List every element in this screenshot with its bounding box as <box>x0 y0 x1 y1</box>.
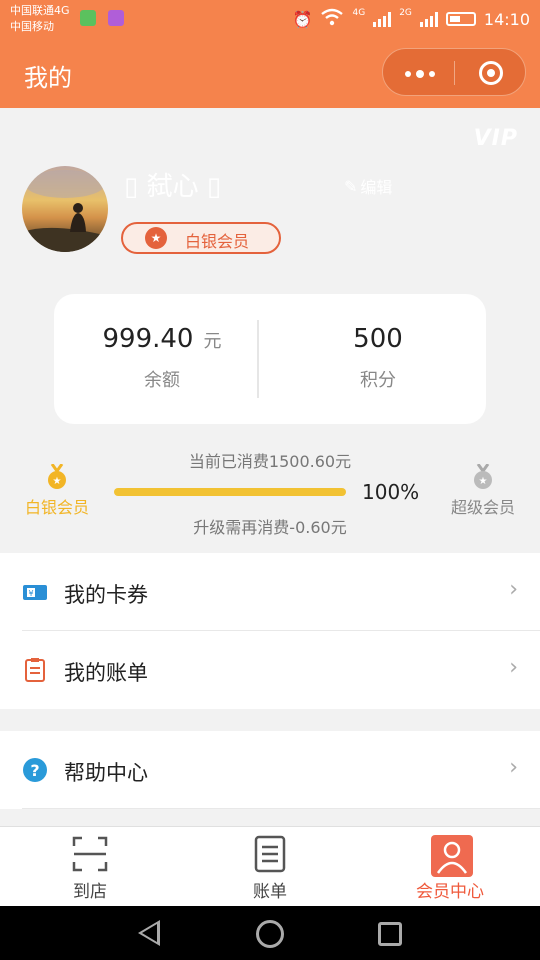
status-bar: 中国联通4G 中国移动 ⏰ 4G 2G 14:10 <box>0 0 540 40</box>
wifi-icon <box>320 8 344 30</box>
signal-icon <box>373 11 392 27</box>
medal-icon: ★ <box>145 227 167 249</box>
balance-value: 999.40 <box>102 324 194 354</box>
svg-text:¥: ¥ <box>28 589 33 598</box>
system-nav-bar <box>0 906 540 960</box>
points-value: 500 <box>353 324 403 354</box>
upgrade-text: 升级需再消费-0.60元 <box>193 518 347 537</box>
help-icon: ? <box>22 757 48 783</box>
bill-icon <box>22 657 48 683</box>
current-level: ★ 白银会员 <box>12 463 102 518</box>
menu-label-help: 帮助中心 <box>64 761 148 785</box>
points-stat[interactable]: 500 积分 <box>270 324 486 392</box>
chevron-right-icon: › <box>509 755 518 780</box>
balance-label: 余额 <box>144 370 180 391</box>
carrier-line-1: 中国联通4G <box>10 4 70 17</box>
carrier-line-2: 中国移动 <box>10 20 54 33</box>
tab-store[interactable]: 到店 <box>30 835 150 902</box>
member-level-label: 白银会员 <box>185 232 250 251</box>
bill-list-icon <box>251 835 289 873</box>
level-progress-bar <box>114 488 346 496</box>
pencil-icon: ✎ <box>344 176 358 196</box>
stats-divider <box>257 320 259 398</box>
scan-icon <box>71 835 109 873</box>
carrier-info: 中国联通4G 中国移动 <box>10 3 70 35</box>
wechat-notification-icon <box>80 10 96 26</box>
home-icon[interactable] <box>256 920 284 948</box>
balance-unit: 元 <box>203 331 222 352</box>
svg-text:?: ? <box>30 761 39 780</box>
tab-member-center[interactable]: 会员中心 <box>390 835 510 902</box>
points-label: 积分 <box>360 370 396 391</box>
tab-label-store: 到店 <box>73 882 107 902</box>
tab-label-bills: 账单 <box>253 882 287 902</box>
menu-group-2: ? 帮助中心 › <box>0 731 540 809</box>
tab-label-member-center: 会员中心 <box>416 882 484 902</box>
menu-label-coupons: 我的卡券 <box>64 583 148 607</box>
coupon-icon: ¥ <box>22 579 48 605</box>
tab-bills[interactable]: 账单 <box>210 835 330 902</box>
battery-icon <box>445 12 476 26</box>
balance-stat[interactable]: 999.40 元 余额 <box>54 324 270 392</box>
level-progress-fill <box>114 488 346 496</box>
menu-item-bills[interactable]: 我的账单 › <box>22 631 540 709</box>
recent-apps-icon[interactable] <box>378 922 402 946</box>
signal-icon-2 <box>419 11 438 27</box>
stats-card: 999.40 元 余额 500 积分 <box>54 294 486 424</box>
progress-percent: 100% <box>362 480 420 504</box>
gold-medal-icon: ★ <box>46 463 68 490</box>
silver-medal-icon: ★ <box>472 463 494 490</box>
capsule-divider <box>454 61 455 85</box>
alarm-icon: ⏰ <box>292 9 313 29</box>
menu-item-help[interactable]: ? 帮助中心 › <box>22 731 540 809</box>
menu-item-coupons[interactable]: ¥ 我的卡券 › <box>22 553 540 631</box>
menu-label-bills: 我的账单 <box>64 661 148 685</box>
avatar[interactable] <box>22 166 108 252</box>
status-time: 14:10 <box>483 9 530 29</box>
menu-group-1: ¥ 我的卡券 › 我的账单 › <box>0 553 540 709</box>
member-level-badge: ★ 白银会员 <box>121 222 281 254</box>
title-bar: 我的 <box>0 40 540 108</box>
status-right: ⏰ 4G 2G 14:10 <box>293 8 530 30</box>
nickname: ▯ 弑心 ▯ <box>124 172 222 202</box>
gallery-notification-icon <box>108 10 124 26</box>
miniprogram-capsule <box>382 48 526 96</box>
page-title: 我的 <box>24 64 72 92</box>
chevron-right-icon: › <box>509 655 518 680</box>
member-icon <box>431 835 473 877</box>
close-miniprogram-icon[interactable] <box>479 61 503 85</box>
edit-label: 编辑 <box>360 178 393 197</box>
vip-watermark: VIP <box>473 126 518 151</box>
tab-bar: 到店 账单 会员中心 <box>0 826 540 906</box>
svg-text:★: ★ <box>53 476 62 487</box>
network-type-2: 2G <box>399 8 412 18</box>
network-type-1: 4G <box>352 8 366 18</box>
chevron-right-icon: › <box>509 577 518 602</box>
profile-section: VIP ▯ 弑心 ▯ ✎ 编辑 ★ 白银会员 999.40 元 余额 500 积分… <box>0 108 540 553</box>
avatar-image <box>22 170 108 252</box>
next-level: ★ 超级会员 <box>438 463 528 518</box>
svg-text:★: ★ <box>479 476 488 487</box>
edit-profile-button[interactable]: ✎ 编辑 <box>344 174 392 198</box>
back-icon[interactable] <box>138 920 160 946</box>
more-icon[interactable] <box>405 70 435 78</box>
